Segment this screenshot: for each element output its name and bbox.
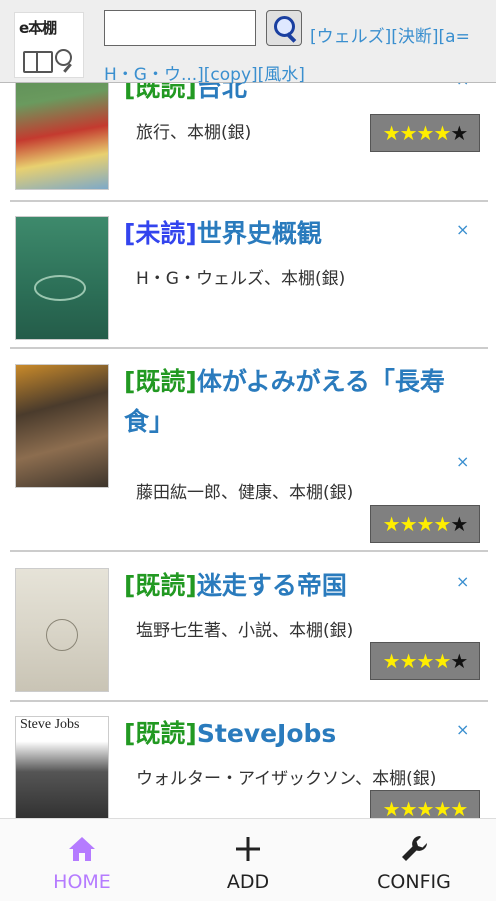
plus-icon	[236, 837, 260, 861]
nav-home[interactable]: HOME	[22, 819, 142, 901]
nav-config-label: CONFIG	[377, 871, 451, 893]
read-status: [未読]	[124, 219, 197, 248]
recent-tags[interactable]: [ウェルズ][決断][a=H・G・ウ...][copy][風水]	[104, 18, 488, 94]
rating-stars[interactable]: ★★★★★	[370, 642, 480, 680]
nav-home-label: HOME	[53, 871, 111, 893]
nav-add-label: ADD	[226, 871, 270, 893]
rating-stars[interactable]: ★★★★★	[370, 505, 480, 543]
home-icon	[69, 837, 95, 861]
wrench-icon	[402, 836, 427, 861]
read-status: [既読]	[124, 367, 197, 396]
book-cover[interactable]	[15, 216, 109, 340]
book-meta: ウォルター・アイザックソン、本棚(銀)	[136, 769, 437, 789]
app-logo[interactable]: e本棚	[14, 12, 84, 78]
book-meta: 旅行、本棚(銀)	[136, 123, 252, 143]
bottom-nav: HOME ADD CONFIG	[0, 818, 496, 901]
book-title[interactable]: [既読]SteveJobs	[124, 714, 454, 754]
delete-icon[interactable]: ×	[456, 720, 469, 739]
rating-stars[interactable]: ★★★★★	[370, 114, 480, 152]
logo-text: e本棚	[19, 19, 57, 37]
divider	[10, 550, 488, 552]
book-title[interactable]: [既読]体がよみがえる「長寿食」	[124, 362, 454, 442]
book-title[interactable]: [既読]迷走する帝国	[124, 566, 454, 606]
book-meta: H・G・ウェルズ、本棚(銀)	[136, 269, 346, 289]
delete-icon[interactable]: ×	[456, 572, 469, 591]
book-title[interactable]: [未読]世界史概観	[124, 214, 454, 254]
divider	[10, 200, 488, 202]
divider	[10, 700, 488, 702]
book-meta: 藤田紘一郎、健康、本棚(銀)	[136, 483, 354, 503]
magnifier-icon	[55, 49, 72, 66]
cover-title: Steve Jobs	[20, 717, 80, 732]
book-meta: 塩野七生著、小説、本棚(銀)	[136, 621, 354, 641]
nav-config[interactable]: CONFIG	[354, 819, 474, 901]
book-icon	[23, 51, 53, 73]
book-cover[interactable]	[15, 568, 109, 692]
read-status: [既読]	[124, 719, 197, 748]
nav-add[interactable]: ADD	[188, 819, 308, 901]
delete-icon[interactable]: ×	[456, 452, 469, 471]
divider	[10, 347, 488, 349]
book-cover[interactable]	[15, 364, 109, 488]
read-status: [既読]	[124, 571, 197, 600]
header-bar: e本棚 [ウェルズ][決断][a=H・G・ウ...][copy][風水]	[0, 0, 496, 85]
delete-icon[interactable]: ×	[456, 220, 469, 239]
